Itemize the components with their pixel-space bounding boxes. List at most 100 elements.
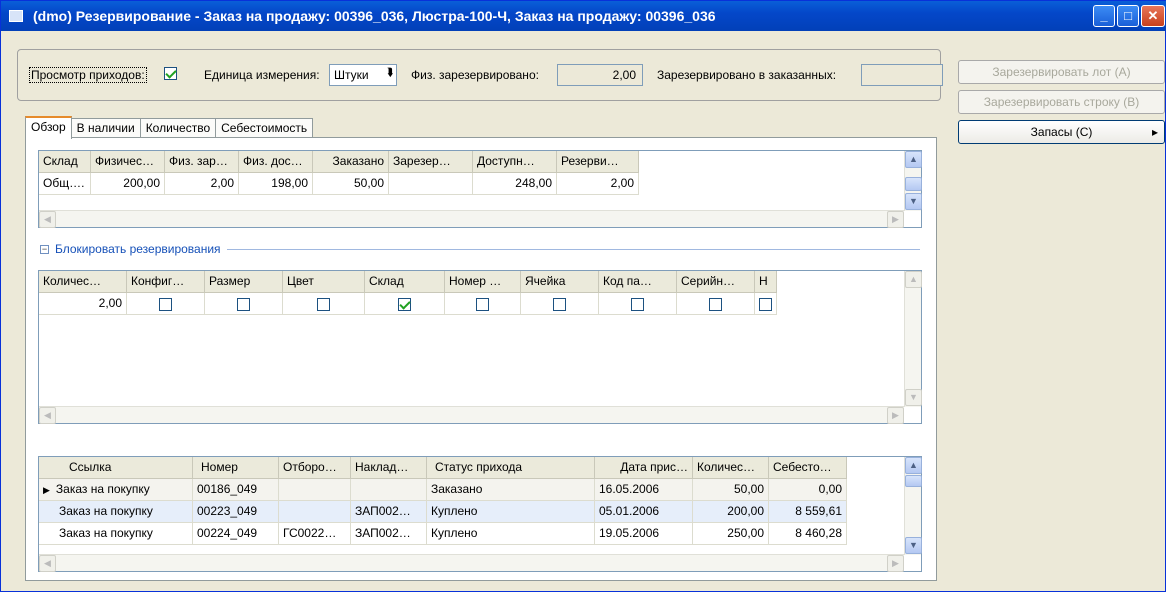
col-header[interactable]: Зарезер… bbox=[389, 151, 473, 173]
col-header[interactable]: Номер bbox=[193, 457, 279, 479]
receipts-grid[interactable]: Ссылка Номер Отборо… Наклад… Статус прих… bbox=[38, 456, 922, 572]
tab-quantity[interactable]: Количество bbox=[139, 118, 217, 139]
block-reservations-group[interactable]: − Блокировать резервирования bbox=[40, 242, 920, 256]
horizontal-scrollbar[interactable]: ◀ ▶ bbox=[39, 406, 904, 424]
col-header[interactable]: Цвет bbox=[283, 271, 365, 293]
title-bar[interactable]: (dmo) Резервирование - Заказ на продажу:… bbox=[1, 1, 1166, 31]
summary-grid[interactable]: Склад Физичес… Физ. зар… Физ. дос… Заказ… bbox=[38, 150, 922, 228]
scroll-left-icon[interactable]: ◀ bbox=[39, 555, 56, 572]
cell: 2,00 bbox=[165, 173, 239, 195]
cell: 2,00 bbox=[557, 173, 639, 195]
cell: Заказ на покупку bbox=[39, 501, 193, 523]
maximize-button[interactable]: □ bbox=[1117, 5, 1139, 27]
cell: 50,00 bbox=[313, 173, 389, 195]
cell: ГС0022… bbox=[279, 523, 351, 545]
table-row[interactable]: Общ…. 200,00 2,00 198,00 50,00 248,00 2,… bbox=[39, 173, 639, 195]
col-header[interactable]: Отборо… bbox=[279, 457, 351, 479]
minimize-button[interactable]: _ bbox=[1093, 5, 1115, 27]
batch-checkbox[interactable] bbox=[759, 297, 772, 311]
scroll-down-icon[interactable]: ▼ bbox=[905, 193, 922, 210]
col-header[interactable]: Размер bbox=[205, 271, 283, 293]
scroll-up-icon[interactable]: ▲ bbox=[905, 271, 922, 288]
horizontal-scrollbar[interactable]: ◀ ▶ bbox=[39, 554, 904, 572]
scroll-thumb[interactable] bbox=[905, 177, 922, 191]
warehouse-checkbox[interactable] bbox=[398, 297, 411, 311]
col-header[interactable]: Склад bbox=[39, 151, 91, 173]
col-header[interactable]: Ссылка bbox=[39, 457, 193, 479]
config-checkbox[interactable] bbox=[159, 297, 172, 311]
scroll-right-icon[interactable]: ▶ bbox=[887, 407, 904, 424]
col-header[interactable]: Физ. дос… bbox=[239, 151, 313, 173]
scroll-down-icon[interactable]: ▼ bbox=[905, 537, 922, 554]
col-header[interactable]: Физичес… bbox=[91, 151, 165, 173]
block-reservations-label: Блокировать резервирования bbox=[55, 242, 221, 256]
cell bbox=[599, 293, 677, 315]
col-header[interactable]: Количес… bbox=[693, 457, 769, 479]
vertical-scrollbar[interactable]: ▲ ▼ bbox=[904, 151, 922, 211]
col-header[interactable]: Наклад… bbox=[351, 457, 427, 479]
phys-reserved-field: 2,00 bbox=[557, 64, 643, 86]
pallet-checkbox[interactable] bbox=[631, 297, 644, 311]
unit-label: Единица измерения: bbox=[204, 68, 320, 82]
table-row[interactable]: ▶ Заказ на покупку 00186_049 Заказано 16.… bbox=[39, 479, 847, 501]
col-header[interactable]: Дата прис… bbox=[595, 457, 693, 479]
cell: 19.05.2006 bbox=[595, 523, 693, 545]
view-receipts-label: Просмотр приходов: bbox=[29, 67, 147, 83]
col-header[interactable]: Себесто… bbox=[769, 457, 847, 479]
tab-on-hand[interactable]: В наличии bbox=[70, 118, 141, 139]
vertical-scrollbar[interactable]: ▲ ▼ bbox=[904, 457, 922, 555]
col-header[interactable]: Резерви… bbox=[557, 151, 639, 173]
scroll-up-icon[interactable]: ▲ bbox=[905, 151, 922, 168]
col-header[interactable]: Ячейка bbox=[521, 271, 599, 293]
col-header[interactable]: Код па… bbox=[599, 271, 677, 293]
scroll-down-icon[interactable]: ▼ bbox=[905, 389, 922, 406]
col-header[interactable]: Физ. зар… bbox=[165, 151, 239, 173]
cell bbox=[205, 293, 283, 315]
col-header[interactable]: Заказано bbox=[313, 151, 389, 173]
cell bbox=[283, 293, 365, 315]
col-header[interactable]: Статус прихода bbox=[427, 457, 595, 479]
tab-overview[interactable]: Обзор bbox=[25, 116, 72, 139]
serial-checkbox[interactable] bbox=[709, 297, 722, 311]
horizontal-scrollbar[interactable]: ◀ ▶ bbox=[39, 210, 904, 228]
scroll-left-icon[interactable]: ◀ bbox=[39, 211, 56, 228]
phys-reserved-label: Физ. зарезервировано: bbox=[411, 68, 539, 82]
scroll-up-icon[interactable]: ▲ bbox=[905, 457, 922, 474]
app-icon bbox=[9, 10, 23, 22]
col-header[interactable]: Серийн… bbox=[677, 271, 755, 293]
scroll-right-icon[interactable]: ▶ bbox=[887, 211, 904, 228]
table-row[interactable]: Заказ на покупку 00223_049 ЗАП002… Купле… bbox=[39, 501, 847, 523]
lookup-icon[interactable]: ⮯ bbox=[386, 67, 393, 80]
col-header[interactable]: Н bbox=[755, 271, 777, 293]
unit-combo[interactable]: Штуки ⮯ bbox=[329, 64, 397, 86]
close-button[interactable]: ✕ bbox=[1141, 5, 1165, 27]
vertical-scrollbar[interactable]: ▲ ▼ bbox=[904, 271, 922, 407]
dimensions-grid[interactable]: Количес… Конфиг… Размер Цвет Склад Номер… bbox=[38, 270, 922, 424]
table-row[interactable]: 2,00 bbox=[39, 293, 777, 315]
view-receipts-checkbox[interactable] bbox=[164, 67, 177, 80]
scroll-right-icon[interactable]: ▶ bbox=[887, 555, 904, 572]
tab-cost[interactable]: Себестоимость bbox=[215, 118, 314, 139]
table-row[interactable]: Заказ на покупку 00224_049 ГС0022… ЗАП00… bbox=[39, 523, 847, 545]
reserve-line-button[interactable]: Зарезервировать строку (B) bbox=[958, 90, 1165, 114]
cell: 0,00 bbox=[769, 479, 847, 501]
col-header[interactable]: Склад bbox=[365, 271, 445, 293]
col-header[interactable]: Конфиг… bbox=[127, 271, 205, 293]
size-checkbox[interactable] bbox=[237, 297, 250, 311]
scroll-left-icon[interactable]: ◀ bbox=[39, 407, 56, 424]
cell: ЗАП002… bbox=[351, 523, 427, 545]
scroll-thumb[interactable] bbox=[905, 475, 922, 487]
cell bbox=[127, 293, 205, 315]
inventory-button[interactable]: Запасы (C) ▸ bbox=[958, 120, 1165, 144]
cell bbox=[445, 293, 521, 315]
collapse-icon[interactable]: − bbox=[40, 244, 49, 254]
reserve-lot-button[interactable]: Зарезервировать лот (A) bbox=[958, 60, 1165, 84]
col-header[interactable]: Доступн… bbox=[473, 151, 557, 173]
number-checkbox[interactable] bbox=[476, 297, 489, 311]
col-header[interactable]: Количес… bbox=[39, 271, 127, 293]
location-checkbox[interactable] bbox=[553, 297, 566, 311]
color-checkbox[interactable] bbox=[317, 297, 330, 311]
col-header[interactable]: Номер … bbox=[445, 271, 521, 293]
cell: ЗАП002… bbox=[351, 501, 427, 523]
cell: 248,00 bbox=[473, 173, 557, 195]
